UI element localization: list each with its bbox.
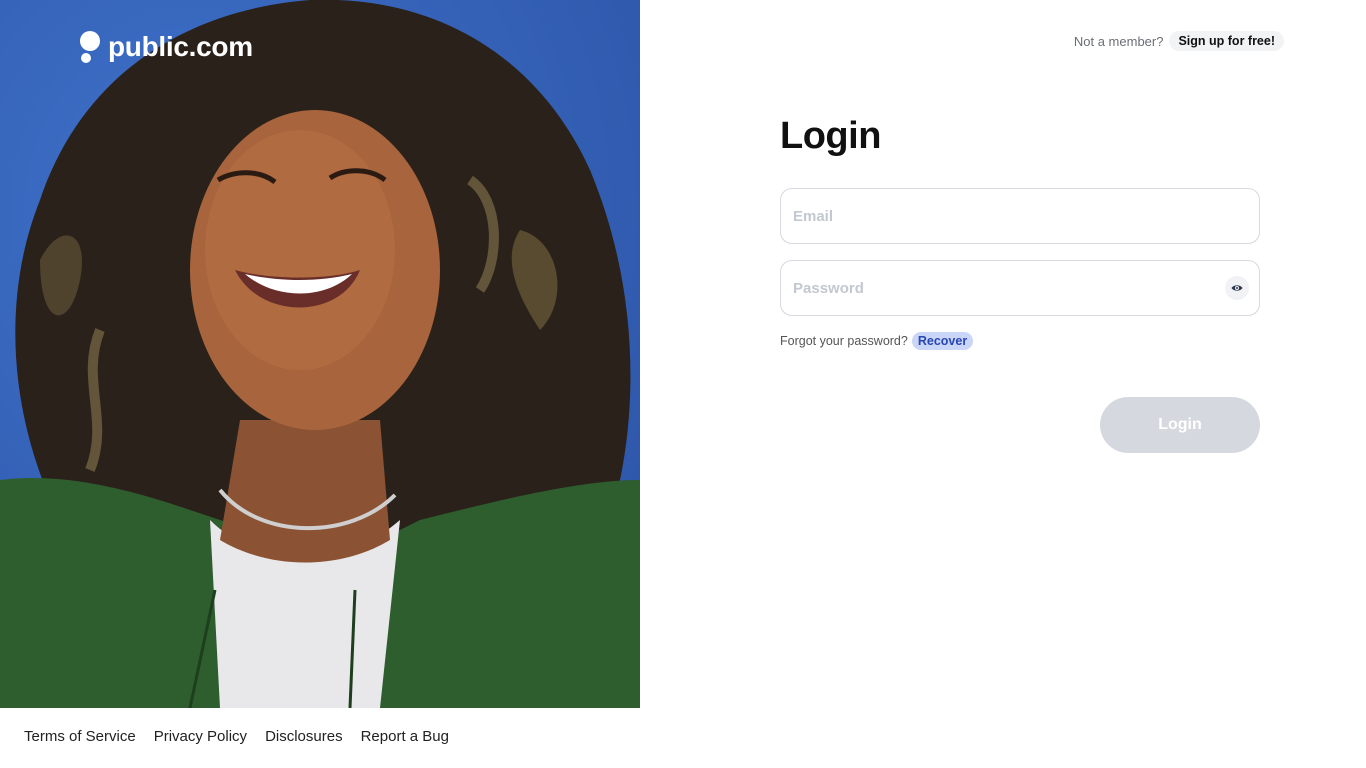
login-form: Login Forgot your password? Recover Logi… [780, 115, 1260, 453]
privacy-policy-link[interactable]: Privacy Policy [154, 728, 247, 745]
hero-photo: public.com [0, 0, 640, 708]
login-button[interactable]: Login [1100, 397, 1260, 453]
email-field-wrapper [780, 188, 1260, 244]
footer-links: Terms of Service Privacy Policy Disclosu… [24, 728, 449, 745]
forgot-password-row: Forgot your password? Recover [780, 332, 1260, 350]
password-field-wrapper [780, 260, 1260, 316]
brand-logo[interactable]: public.com [80, 31, 253, 65]
not-member-text: Not a member? [1073, 33, 1164, 49]
login-page: public.com Terms of Service Privacy Poli… [0, 0, 1366, 768]
terms-of-service-link[interactable]: Terms of Service [24, 728, 136, 745]
public-logo-icon [80, 31, 102, 65]
report-a-bug-link[interactable]: Report a Bug [361, 728, 449, 745]
eye-icon[interactable] [1225, 276, 1249, 300]
page-title: Login [780, 115, 881, 157]
email-field[interactable] [781, 189, 1259, 243]
forgot-password-text: Forgot your password? [780, 334, 908, 348]
signup-prompt: Not a member? Sign up for free! [1074, 31, 1284, 51]
recover-button[interactable]: Recover [911, 332, 974, 350]
brand-name: public.com [108, 30, 253, 62]
signup-button[interactable]: Sign up for free! [1169, 31, 1284, 51]
disclosures-link[interactable]: Disclosures [265, 728, 343, 745]
hero-illustration [0, 0, 640, 708]
password-field[interactable] [781, 261, 1259, 315]
